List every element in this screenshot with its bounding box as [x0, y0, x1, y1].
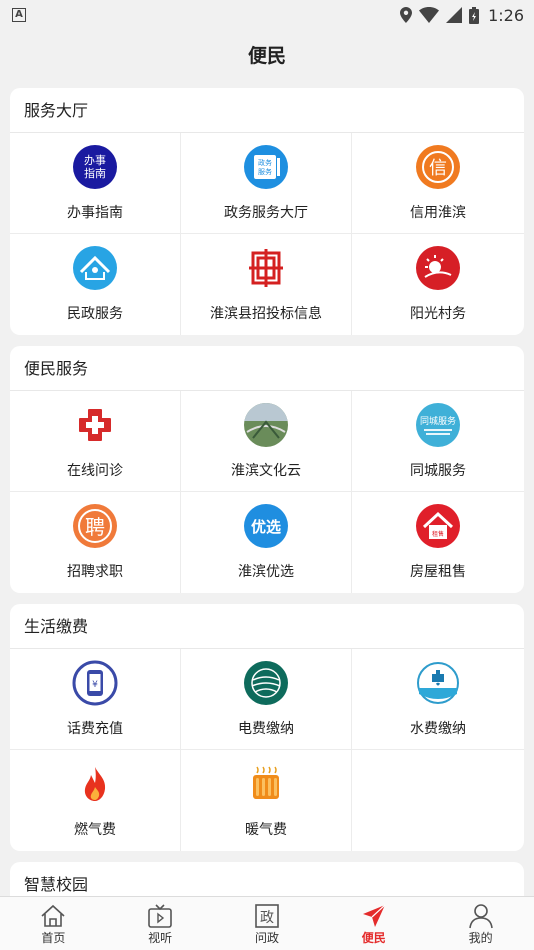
service-item-online-consult[interactable]: 在线问诊	[10, 391, 181, 492]
service-item-civil[interactable]: 民政服务	[10, 234, 181, 335]
service-item-selection[interactable]: 优选 淮滨优选	[181, 492, 352, 593]
service-item-label: 话费充值	[67, 721, 123, 737]
tab-home[interactable]: 首页	[13, 897, 93, 946]
local-service-icon: 同城服务	[415, 402, 461, 448]
tab-label: 问政	[254, 931, 279, 945]
service-item-label: 淮滨县招投标信息	[210, 306, 322, 322]
service-item-label: 办事指南	[67, 205, 123, 221]
service-item-gas[interactable]: 燃气费	[10, 750, 181, 851]
wifi-icon	[419, 7, 440, 23]
tab-label: 视听	[148, 931, 173, 945]
bidding-icon	[243, 245, 289, 291]
section-title: 便民服务	[10, 346, 524, 391]
culture-cloud-icon	[243, 402, 289, 448]
recruitment-icon: 聘	[72, 503, 118, 549]
svg-text:服务: 服务	[258, 167, 272, 176]
sunshine-village-icon	[415, 245, 461, 291]
service-item-gov-hall[interactable]: 政务 服务 政务服务大厅	[181, 133, 352, 234]
notification-badge: A	[12, 8, 26, 22]
svg-text:指南: 指南	[84, 166, 106, 180]
service-item-label: 燃气费	[74, 822, 116, 838]
user-icon	[468, 903, 494, 929]
location-icon	[400, 7, 413, 23]
svg-text:聘: 聘	[85, 515, 105, 539]
service-item-label: 房屋租售	[410, 564, 466, 580]
credit-icon: 信	[415, 144, 461, 190]
svg-text:政务: 政务	[258, 158, 272, 167]
guide-icon: 办事 指南	[72, 144, 118, 190]
tv-icon	[147, 903, 173, 929]
bottom-tab-bar: 首页 视听 政 问政 便民 我的	[0, 896, 534, 950]
service-item-house[interactable]: 租售 房屋租售	[352, 492, 524, 593]
government-service-icon: 政务 服务	[243, 144, 289, 190]
medical-cross-icon	[72, 402, 118, 448]
tab-profile[interactable]: 我的	[441, 897, 521, 946]
svg-text:信: 信	[429, 158, 447, 179]
house-rent-icon: 租售	[415, 503, 461, 549]
svg-text:优选: 优选	[251, 518, 281, 536]
tab-label: 首页	[41, 931, 66, 945]
tab-convenience[interactable]: 便民	[334, 897, 414, 946]
battery-icon	[469, 6, 480, 24]
gas-flame-icon	[72, 761, 118, 807]
service-item-local[interactable]: 同城服务 同城服务	[352, 391, 524, 492]
home-icon	[40, 903, 66, 929]
svg-text:¥: ¥	[92, 680, 98, 690]
section-utility-payments: 生活缴费 ¥ 话费充值 电费缴纳 水费缴纳 燃气费 暖气费	[10, 604, 524, 851]
section-title: 服务大厅	[10, 88, 524, 133]
service-item-heating[interactable]: 暖气费	[181, 750, 352, 851]
svg-text:办事: 办事	[84, 154, 106, 167]
water-icon	[415, 660, 461, 706]
section-title: 生活缴费	[10, 604, 524, 649]
svg-text:同城服务: 同城服务	[420, 415, 456, 427]
tab-label: 便民	[361, 931, 386, 945]
tab-media[interactable]: 视听	[120, 897, 200, 946]
status-bar: A 1:26	[0, 0, 534, 30]
service-item-credit[interactable]: 信 信用淮滨	[352, 133, 524, 234]
civil-affairs-icon	[72, 245, 118, 291]
section-service-hall: 服务大厅 办事 指南 办事指南 政务 服务 政务服务大厅 信 信用淮滨 民政服务…	[10, 88, 524, 335]
page-title: 便民	[247, 44, 286, 67]
heater-icon	[243, 761, 289, 807]
service-item-label: 民政服务	[67, 306, 123, 322]
service-item-recruitment[interactable]: 聘 招聘求职	[10, 492, 181, 593]
service-item-label: 招聘求职	[67, 564, 123, 580]
clock: 1:26	[488, 5, 524, 25]
phone-recharge-icon: ¥	[72, 660, 118, 706]
tab-label: 我的	[468, 931, 493, 945]
signal-icon	[446, 7, 463, 23]
send-icon	[361, 903, 387, 929]
service-item-bidding[interactable]: 淮滨县招投标信息	[181, 234, 352, 335]
service-item-sunshine[interactable]: 阳光村务	[352, 234, 524, 335]
inquiry-icon: 政	[254, 903, 280, 929]
service-item-label: 在线问诊	[67, 463, 123, 479]
service-item-culture-cloud[interactable]: 淮滨文化云	[181, 391, 352, 492]
service-item-label: 水费缴纳	[410, 721, 466, 737]
svg-text:租售: 租售	[432, 530, 444, 538]
main-content: 服务大厅 办事 指南 办事指南 政务 服务 政务服务大厅 信 信用淮滨 民政服务…	[10, 88, 524, 902]
page-header: 便民	[0, 30, 534, 78]
service-item-water[interactable]: 水费缴纳	[352, 649, 524, 750]
electricity-icon	[243, 660, 289, 706]
tab-inquiry[interactable]: 政 问政	[227, 897, 307, 946]
service-item-label: 同城服务	[410, 463, 466, 479]
service-item-label: 政务服务大厅	[224, 205, 308, 221]
section-convenience-services: 便民服务 在线问诊 淮滨文化云 同城服务 同城服务 聘 招聘求职 优选 淮滨优选…	[10, 346, 524, 593]
service-item-label: 电费缴纳	[238, 721, 294, 737]
service-item-label: 淮滨文化云	[231, 463, 301, 479]
service-item-electricity[interactable]: 电费缴纳	[181, 649, 352, 750]
service-item-label: 信用淮滨	[410, 205, 466, 221]
service-item-label: 淮滨优选	[238, 564, 294, 580]
svg-text:政: 政	[260, 910, 274, 926]
empty-cell	[352, 750, 524, 851]
service-item-label: 暖气费	[245, 822, 287, 838]
service-item-label: 阳光村务	[410, 306, 466, 322]
service-item-phone-recharge[interactable]: ¥ 话费充值	[10, 649, 181, 750]
service-item-guide[interactable]: 办事 指南 办事指南	[10, 133, 181, 234]
selection-icon: 优选	[243, 503, 289, 549]
